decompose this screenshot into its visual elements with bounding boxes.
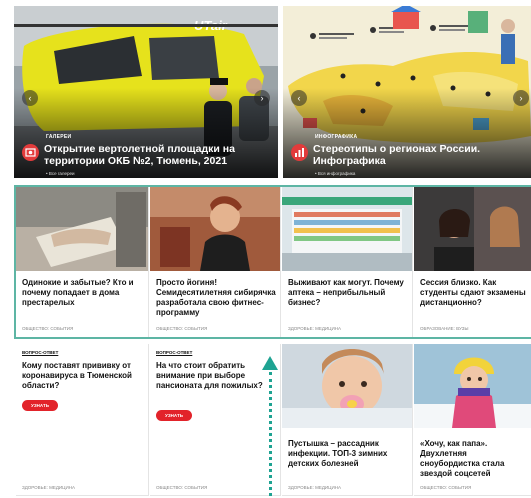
qa-label[interactable]: ВОПРОС-ОТВЕТ: [22, 350, 58, 355]
news-card[interactable]: «Хочу, как папа». Двухлетняя сноубордист…: [414, 344, 531, 496]
gallery-icon: [22, 144, 39, 161]
hero-title[interactable]: Открытие вертолетной площадки на террито…: [44, 143, 268, 167]
card-photo-snowboard-girl: [414, 344, 531, 428]
annotation-dotted-line: [269, 372, 272, 496]
card-tag[interactable]: ЗДОРОВЬЕ: МЕДИЦИНА: [288, 485, 341, 490]
annotation-arrow-head: [262, 356, 278, 370]
hero-all-link[interactable]: • Все галереи: [46, 171, 75, 176]
qa-label[interactable]: ВОПРОС-ОТВЕТ: [156, 350, 192, 355]
hero-title[interactable]: Стереотипы о регионах России. Инфографик…: [313, 143, 521, 167]
qa-tag[interactable]: ОБЩЕСТВО: СОБЫТИЯ: [156, 485, 207, 490]
hero-all-link[interactable]: • Вся инфографика: [315, 171, 355, 176]
news-page: { "hero": [ { "rubric": "ГАЛЕРЕИ", "titl…: [0, 0, 531, 498]
hero-prev-button[interactable]: ‹: [291, 90, 307, 106]
infographic-icon: [291, 144, 308, 161]
news-card[interactable]: Пустышка – рассадник инфекции. ТОП-3 зим…: [282, 344, 413, 496]
hero-next-button[interactable]: ›: [513, 90, 529, 106]
highlight-frame: [14, 185, 531, 339]
learn-more-button[interactable]: УЗНАТЬ: [156, 410, 192, 421]
card-photo-baby-pacifier: [282, 344, 412, 428]
hero-rubric[interactable]: ГАЛЕРЕИ: [46, 134, 71, 140]
qa-title[interactable]: Кому поставят прививку от коронавируса в…: [22, 361, 142, 391]
card-tag[interactable]: ОБЩЕСТВО: СОБЫТИЯ: [420, 485, 471, 490]
hero-slide-gallery[interactable]: UTair ‹ › ГАЛЕРЕИ Открытие вертолетной п…: [14, 6, 278, 178]
qa-card[interactable]: ВОПРОС-ОТВЕТ Кому поставят прививку от к…: [16, 344, 149, 496]
qa-tag[interactable]: ЗДОРОВЬЕ: МЕДИЦИНА: [22, 485, 75, 490]
hero-prev-button[interactable]: ‹: [22, 90, 38, 106]
hero-slide-infographic[interactable]: ‹ › ИНФОГРАФИКА Стереотипы о регионах Ро…: [283, 6, 531, 178]
hero-next-button[interactable]: ›: [254, 90, 270, 106]
learn-more-button[interactable]: УЗНАТЬ: [22, 400, 58, 411]
qa-title[interactable]: На что стоит обратить внимание при выбор…: [156, 361, 274, 391]
hero-rubric[interactable]: ИНФОГРАФИКА: [315, 134, 357, 140]
card-title[interactable]: Пустышка – рассадник инфекции. ТОП-3 зим…: [288, 439, 408, 469]
card-title[interactable]: «Хочу, как папа». Двухлетняя сноубордист…: [420, 439, 527, 479]
